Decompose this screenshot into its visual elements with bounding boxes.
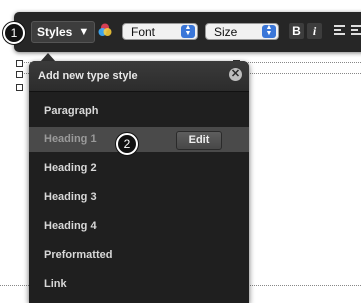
menu-item-paragraph[interactable]: Paragraph [29, 99, 249, 124]
popup-title: Add new type style [38, 70, 138, 82]
align-center-icon[interactable] [351, 25, 361, 37]
resize-handle[interactable] [16, 60, 23, 67]
menu-item-label: Link [44, 278, 67, 290]
close-icon[interactable]: ✕ [229, 68, 242, 81]
menu-item-label: Heading 3 [44, 191, 97, 203]
step-1-badge: 1 [3, 22, 25, 44]
menu-item-label: Heading 4 [44, 220, 97, 232]
menu-item-preformatted[interactable]: Preformatted [29, 243, 249, 268]
popup-header: Add new type style ✕ [29, 61, 249, 92]
font-select-value: Font [131, 25, 156, 39]
menu-item-label: Heading 1 [44, 133, 97, 145]
bold-button[interactable]: B [289, 23, 304, 39]
align-left-icon[interactable] [334, 25, 345, 37]
resize-handle[interactable] [16, 84, 23, 91]
color-picker-icon[interactable] [97, 22, 113, 38]
step-2-badge: 2 [116, 133, 138, 155]
menu-item-label: Preformatted [44, 249, 113, 261]
menu-item-heading-3[interactable]: Heading 3 [29, 185, 249, 210]
select-spinner-icon: ▲ ▼ [262, 24, 276, 38]
italic-button[interactable]: i [307, 23, 322, 39]
menu-item-link[interactable]: Link [29, 272, 249, 297]
size-select[interactable]: Size ▲ ▼ [205, 23, 279, 40]
menu-item-label: Paragraph [44, 105, 99, 117]
edit-button[interactable]: Edit [176, 131, 222, 150]
size-select-value: Size [214, 25, 238, 39]
resize-handle[interactable] [16, 71, 23, 78]
select-spinner-icon: ▲ ▼ [181, 24, 195, 38]
styles-label: Styles [37, 25, 73, 39]
menu-item-label: Heading 2 [44, 162, 97, 174]
chevron-down-icon: ▼ [78, 26, 90, 38]
styles-dropdown-button[interactable]: Styles ▼ [31, 21, 96, 43]
menu-item-heading-1[interactable]: Heading 1 Edit [29, 127, 249, 152]
menu-item-heading-4[interactable]: Heading 4 [29, 214, 249, 239]
menu-item-heading-2[interactable]: Heading 2 [29, 156, 249, 181]
font-select[interactable]: Font ▲ ▼ [122, 23, 198, 40]
type-style-popup: Add new type style ✕ Paragraph Heading 1… [29, 61, 249, 303]
